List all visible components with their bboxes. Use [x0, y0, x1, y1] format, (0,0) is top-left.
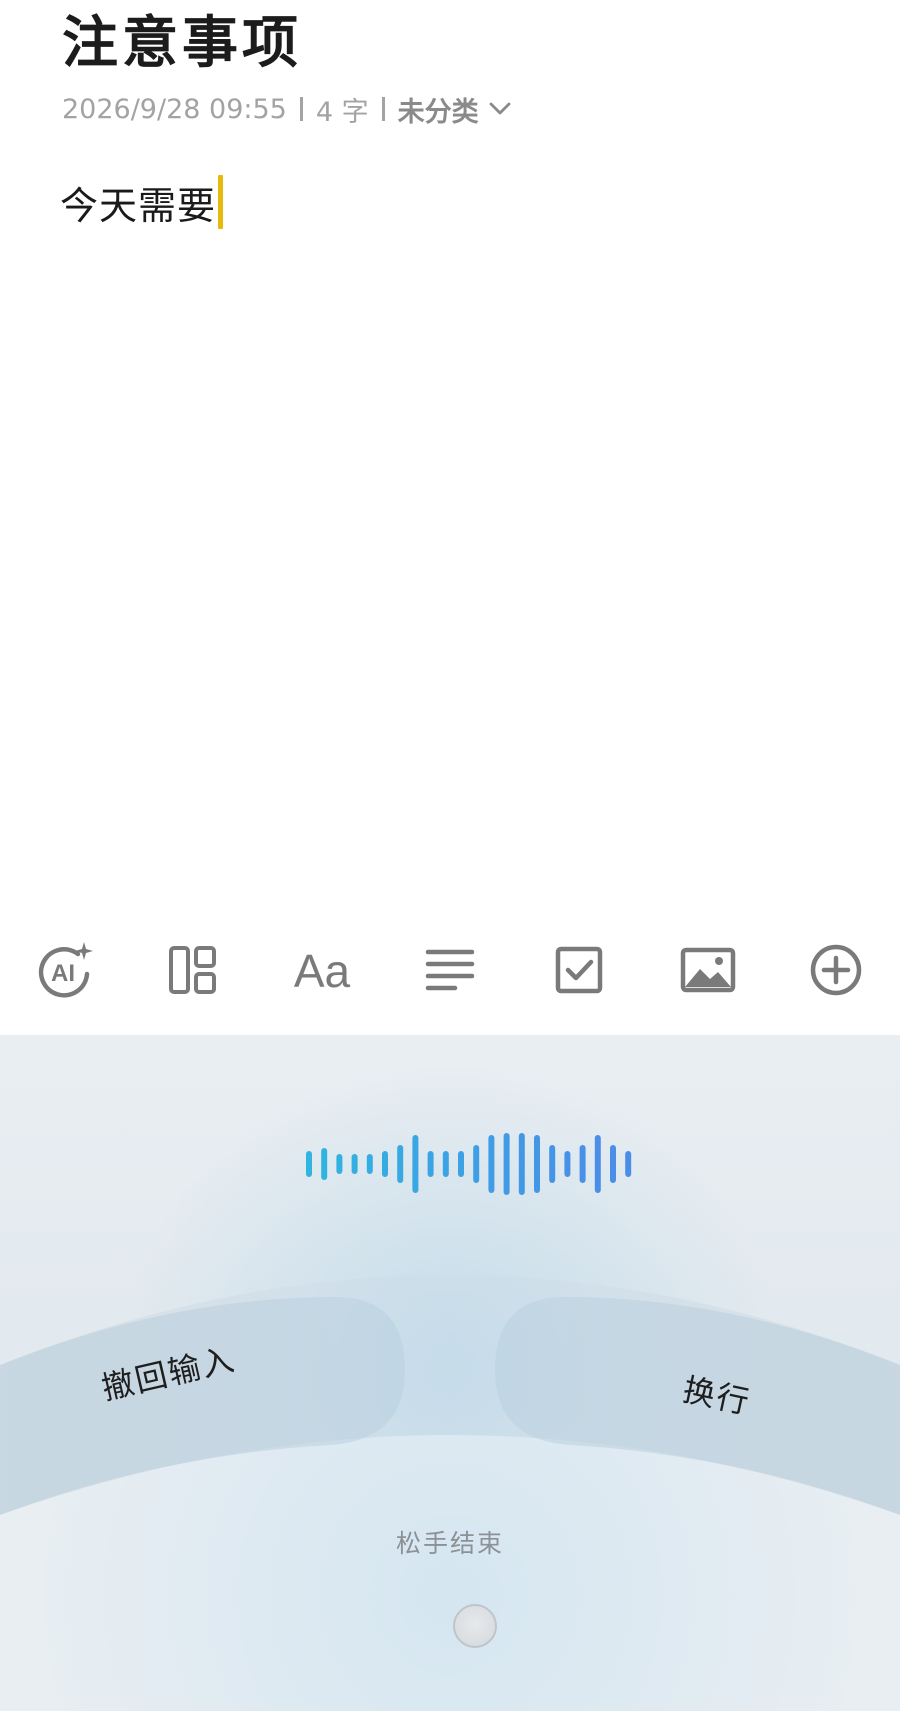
category-label: 未分类 — [397, 96, 479, 128]
note-date: 2026/9/28 09:55 — [62, 93, 287, 125]
note-body-text: 今天需要 — [60, 183, 217, 228]
note-meta-row: 2026/9/28 09:55 4 字 未分类 — [62, 88, 511, 130]
chevron-down-icon — [489, 102, 511, 115]
note-title[interactable]: 注意事项 — [62, 4, 302, 84]
ai-sparkle-icon: AI — [38, 942, 93, 998]
text-format-button[interactable]: Aa — [282, 930, 362, 1010]
text-cursor — [218, 175, 224, 229]
insert-image-button[interactable] — [668, 930, 748, 1010]
align-left-icon — [425, 949, 475, 991]
note-word-count: 4 字 — [315, 96, 369, 128]
svg-text:Aa: Aa — [294, 945, 351, 995]
layout-grid-icon — [169, 946, 216, 994]
checkbox-icon — [555, 946, 603, 994]
meta-separator — [381, 97, 385, 121]
meta-separator — [299, 97, 303, 121]
mic-press-indicator[interactable] — [453, 1604, 497, 1648]
plus-circle-icon — [810, 944, 862, 996]
add-more-button[interactable] — [796, 930, 876, 1010]
category-dropdown[interactable]: 未分类 — [398, 90, 511, 129]
format-toolbar: AI Aa — [0, 930, 900, 1010]
note-body-editor[interactable]: 今天需要 — [60, 174, 224, 230]
layout-button[interactable] — [153, 930, 233, 1010]
checklist-button[interactable] — [539, 930, 619, 1010]
ai-assistant-button[interactable]: AI — [24, 930, 104, 1010]
paragraph-align-button[interactable] — [410, 930, 490, 1010]
image-icon — [680, 947, 736, 993]
svg-text:AI: AI — [51, 960, 75, 987]
release-to-finish-hint: 松手结束 — [395, 1529, 504, 1558]
notes-editor-screen: 注意事项 2026/9/28 09:55 4 字 未分类 今天需要 AI Aa … — [0, 0, 900, 1711]
text-format-icon: Aa — [294, 945, 351, 995]
